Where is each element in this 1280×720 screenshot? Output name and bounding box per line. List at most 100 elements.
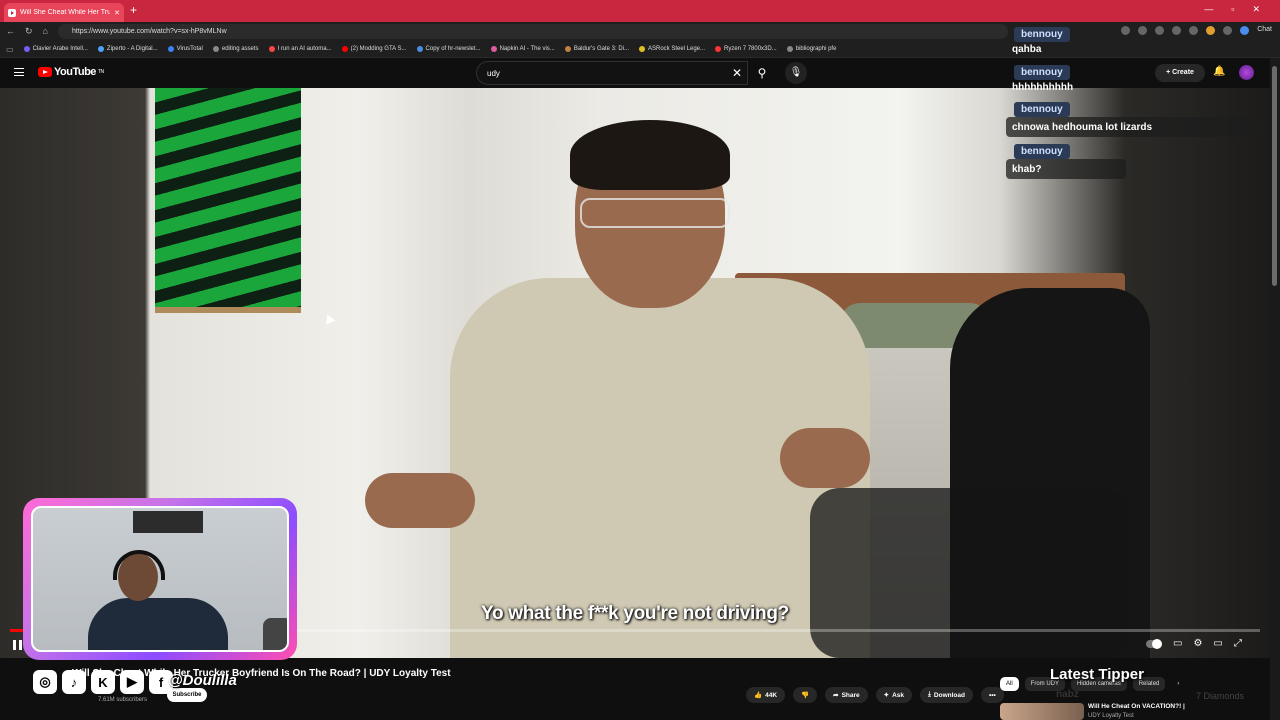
social-icons-row: ◎ ♪ K ▶ f [33,670,173,694]
home-icon[interactable]: ⌂ [43,26,48,37]
stream-chat-overlay: bennouy qahba bennouy hhhhhhhhhh bennouy… [1006,22,1264,179]
chat-username: bennouy [1014,144,1070,159]
channel-subscribers: 7.61M subscribers [98,697,148,703]
search-input[interactable]: udy [476,61,748,85]
chips-next-icon[interactable]: › [1171,677,1185,691]
tab-title: Will She Cheat While Her Truc [20,9,111,16]
new-tab-button[interactable]: + [130,3,137,17]
close-window-icon[interactable]: ✕ [1252,4,1260,15]
related-video-title[interactable]: Will He Cheat On VACATION?! | [1088,703,1185,710]
dislike-button[interactable]: 👎 [793,687,818,703]
page-scrollbar[interactable] [1270,58,1280,720]
bookmark-item[interactable]: Ziperto - A Digital... [97,46,158,52]
latest-tipper-label: Latest Tipper [1050,666,1144,683]
main-person [365,120,870,658]
chat-text: hhhhhhhhhh [1012,82,1074,93]
youtube-icon: ▶ [120,670,144,694]
bookmarks-apps-icon[interactable]: ▭ [6,45,14,54]
chat-message: bennouy hhhhhhhhhh [1006,62,1264,93]
scrollbar-thumb[interactable] [1272,66,1277,286]
video-actions: 👍 44K 👎 ➦ Share ✦ Ask ⤓ Download ••• [746,687,1004,703]
bookmark-item[interactable]: Clavier Arabe Intell... [23,46,88,52]
related-video-channel: UDY Loyalty Test [1088,713,1134,719]
bookmark-item[interactable]: ASRock Steel Lege... [638,46,705,52]
mouse-cursor-icon [322,312,336,325]
download-icon: ⤓ [928,691,931,698]
pause-icon[interactable] [13,640,22,650]
blurred-foreground [810,488,1130,658]
bookmark-favicon-icon [23,46,30,52]
chat-text: chnowa hedhouma lot lizards [1012,122,1153,133]
youtube-logo[interactable]: YouTube TN [38,66,104,78]
more-dots-icon: ••• [988,691,996,699]
share-button[interactable]: ➦ Share [825,687,868,703]
kick-icon: K [91,670,115,694]
hamburger-menu-icon[interactable] [14,68,24,76]
sparkle-icon: ✦ [883,692,890,699]
chat-text: qahba [1012,44,1042,55]
microphone-icon[interactable]: 🎙 [785,62,807,84]
streamer-webcam-overlay [23,498,297,660]
share-icon: ➦ [833,692,839,699]
bookmark-favicon-icon [564,46,571,52]
player-controls-right: ▭ ⚙ ▭ ⤢ [1146,638,1242,649]
bookmark-favicon-icon [341,46,348,52]
autoplay-toggle[interactable] [1146,639,1162,649]
bookmark-item[interactable]: VirusTotal [167,46,203,52]
minimize-icon[interactable]: — [1204,4,1213,15]
chip-all[interactable]: All [1000,677,1019,691]
back-icon[interactable]: ← [6,26,15,37]
reload-icon[interactable]: ↻ [25,26,33,37]
bookmark-favicon-icon [715,46,722,52]
bookmark-favicon-icon [167,46,174,52]
window-controls: — ▫ ✕ [1204,4,1260,15]
clear-search-icon[interactable]: ✕ [732,66,742,80]
theater-mode-icon[interactable]: ▭ [1213,638,1222,649]
bookmark-favicon-icon [416,46,423,52]
bookmark-favicon-icon [268,46,275,52]
youtube-play-icon [38,67,52,77]
tiktok-icon: ♪ [62,670,86,694]
browser-tab[interactable]: Will She Cheat While Her Truc ✕ [4,3,124,22]
wall-frame [133,511,203,533]
bookmark-item[interactable]: I run an AI automa... [268,46,332,52]
tab-close-icon[interactable]: ✕ [114,9,120,17]
bookmark-item[interactable]: bibliographi pfe [786,46,836,52]
youtube-favicon-icon [8,8,16,17]
chat-message: bennouy chnowa hedhouma lot lizards [1006,99,1264,137]
bookmark-item[interactable]: Copy of hr-newslet... [416,46,481,52]
chat-text: khab? [1012,164,1042,175]
chat-username: bennouy [1014,27,1070,42]
subscribe-button[interactable]: Subscribe [167,688,207,702]
search-icon[interactable]: ⚲ [750,61,774,85]
ask-button[interactable]: ✦ Ask [875,687,913,703]
webcam-feed [31,506,289,652]
chair [263,618,287,650]
chat-message: bennouy qahba [1006,24,1264,55]
bookmark-item[interactable]: Ryzen 7 7800x3D... [715,46,777,52]
captions-icon[interactable]: ▭ [1173,638,1182,649]
maximize-icon[interactable]: ▫ [1231,4,1234,15]
fullscreen-icon[interactable]: ⤢ [1234,638,1242,649]
bookmark-item[interactable]: editing assets [212,46,259,52]
url-field[interactable]: https://www.youtube.com/watch?v=sx-hP8vM… [58,24,1008,39]
download-button[interactable]: ⤓ Download [920,687,973,703]
chat-username: bennouy [1014,102,1070,117]
related-video-thumbnail[interactable] [1000,703,1084,720]
like-button[interactable]: 👍 44K [746,687,786,703]
settings-gear-icon[interactable]: ⚙ [1193,638,1202,649]
bookmark-favicon-icon [490,46,497,52]
bookmark-item[interactable]: Napkin AI - The vis... [490,46,555,52]
social-handle: @Doulilla [168,672,237,689]
bookmark-item[interactable]: Baldur's Gate 3: Di... [564,46,629,52]
chat-message: bennouy khab? [1006,141,1264,179]
thumbs-up-icon: 👍 [754,692,763,699]
wall-poster [155,88,301,313]
bookmark-favicon-icon [97,46,104,52]
bookmark-favicon-icon [638,46,645,52]
bookmark-item[interactable]: (2) Modding GTA S... [341,46,407,52]
folder-icon [786,46,793,52]
tipper-name: nabz [1056,689,1079,700]
headset-icon [113,550,165,580]
nav-buttons: ← ↻ ⌂ [0,26,48,37]
